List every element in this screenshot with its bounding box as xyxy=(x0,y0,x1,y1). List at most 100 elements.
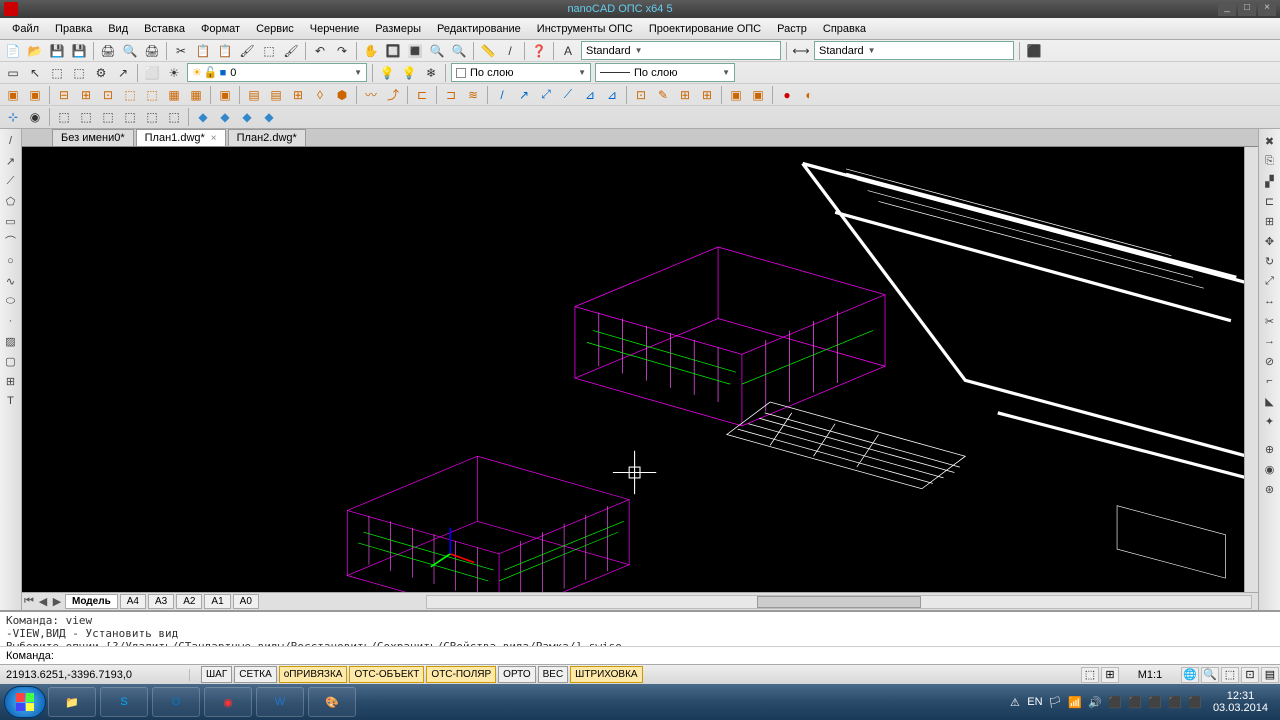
toggle-otrack-obj[interactable]: ОТС-ОБЪЕКТ xyxy=(349,666,424,683)
print-icon[interactable]: 🖨 xyxy=(98,41,118,61)
close-button[interactable]: × xyxy=(1258,2,1276,16)
menu-view[interactable]: Вид xyxy=(100,20,136,38)
tb3-28-icon[interactable]: ✎ xyxy=(653,85,673,105)
etransmit-icon[interactable]: ⬛ xyxy=(1024,41,1044,61)
filter-icon[interactable]: ⚙ xyxy=(91,63,111,83)
menu-help[interactable]: Справка xyxy=(815,20,874,38)
tray-flag-icon[interactable]: 🏳 xyxy=(1047,694,1063,710)
preview-icon[interactable]: 🔍 xyxy=(120,41,140,61)
tb3-15-icon[interactable]: ⬢ xyxy=(332,85,352,105)
dim-style-combo[interactable]: Standard▼ xyxy=(814,41,1014,60)
start-button[interactable] xyxy=(4,686,46,718)
close-tab-icon[interactable]: × xyxy=(211,133,217,144)
view-front-icon[interactable]: ⬚ xyxy=(142,107,162,127)
menu-file[interactable]: Файл xyxy=(4,20,47,38)
saveall-icon[interactable]: 💾 xyxy=(69,41,89,61)
tray-clock[interactable]: 12:3103.03.2014 xyxy=(1213,690,1268,714)
tb3-34-icon[interactable]: ◐ xyxy=(799,85,819,105)
view-bottom-icon[interactable]: ⬚ xyxy=(76,107,96,127)
tab-nav-first[interactable]: ⏮ xyxy=(22,595,36,608)
arc-tool-icon[interactable]: ⌒ xyxy=(2,232,20,250)
group-icon[interactable]: ⬜ xyxy=(142,63,162,83)
textstyle-icon[interactable]: A xyxy=(558,41,578,61)
layer-freeze-icon[interactable]: ❄ xyxy=(421,63,441,83)
tb3-7-icon[interactable]: ⬚ xyxy=(142,85,162,105)
properties-icon[interactable]: ⬚ xyxy=(259,41,279,61)
status-btn-3[interactable]: 🌐 xyxy=(1181,667,1199,683)
tray-net-icon[interactable]: 📶 xyxy=(1067,694,1083,710)
rotate-icon[interactable]: ↻ xyxy=(1261,252,1279,270)
layer-off-icon[interactable]: 💡 xyxy=(399,63,419,83)
tb3-23-icon[interactable]: ⤢ xyxy=(536,85,556,105)
circle-tool-icon[interactable]: ○ xyxy=(2,252,20,270)
tb3-5-icon[interactable]: ⊡ xyxy=(98,85,118,105)
drawing-canvas[interactable] xyxy=(22,147,1258,592)
view-top-icon[interactable]: ⬚ xyxy=(54,107,74,127)
chamfer-icon[interactable]: ◣ xyxy=(1261,392,1279,410)
menu-dimensions[interactable]: Размеры xyxy=(367,20,429,38)
tab-nav-next[interactable]: ▶ xyxy=(50,595,64,608)
zoom-out-icon[interactable]: 🔍 xyxy=(449,41,469,61)
tb3-2-icon[interactable]: ▣ xyxy=(25,85,45,105)
explode-icon[interactable]: ✦ xyxy=(1261,412,1279,430)
tray-app5-icon[interactable]: ⬛ xyxy=(1187,694,1203,710)
scale-display[interactable]: М1:1 xyxy=(1120,669,1180,681)
tool-r2-icon[interactable]: ◉ xyxy=(1261,460,1279,478)
tray-sound-icon[interactable]: 🔊 xyxy=(1087,694,1103,710)
copy-icon[interactable]: 📋 xyxy=(193,41,213,61)
lasso-icon[interactable]: ↗ xyxy=(113,63,133,83)
ucs-icon[interactable]: ⊹ xyxy=(3,107,23,127)
array-icon[interactable]: ⊞ xyxy=(1261,212,1279,230)
deselect-icon[interactable]: ⬚ xyxy=(69,63,89,83)
view-left-icon[interactable]: ⬚ xyxy=(98,107,118,127)
trim-icon[interactable]: ✂ xyxy=(1261,312,1279,330)
break-icon[interactable]: ⊘ xyxy=(1261,352,1279,370)
taskbar-app[interactable]: ◉ xyxy=(204,687,252,717)
copy-obj-icon[interactable]: ⎘ xyxy=(1261,152,1279,170)
select-all-icon[interactable]: ⬚ xyxy=(47,63,67,83)
tray-app2-icon[interactable]: ⬛ xyxy=(1127,694,1143,710)
scale-icon[interactable]: ⤢ xyxy=(1261,272,1279,290)
tb3-9-icon[interactable]: ▦ xyxy=(186,85,206,105)
layout-tab-a3[interactable]: A3 xyxy=(148,594,174,609)
tb3-29-icon[interactable]: ⊞ xyxy=(675,85,695,105)
view-right-icon[interactable]: ⬚ xyxy=(120,107,140,127)
stretch-icon[interactable]: ↔ xyxy=(1261,292,1279,310)
tb3-24-icon[interactable]: ⟋ xyxy=(558,85,578,105)
status-btn-4[interactable]: 🔍 xyxy=(1201,667,1219,683)
tb3-1-icon[interactable]: ▣ xyxy=(3,85,23,105)
taskbar-explorer[interactable]: 📁 xyxy=(48,687,96,717)
save-icon[interactable]: 💾 xyxy=(47,41,67,61)
tray-notify-icon[interactable]: ⚠ xyxy=(1007,694,1023,710)
status-btn-6[interactable]: ⊡ xyxy=(1241,667,1259,683)
minimize-button[interactable]: _ xyxy=(1218,2,1236,16)
tb3-22-icon[interactable]: ↗ xyxy=(514,85,534,105)
vertical-scrollbar[interactable] xyxy=(1244,147,1258,592)
cursor-icon[interactable]: ↖ xyxy=(25,63,45,83)
tb3-10-icon[interactable]: ▣ xyxy=(215,85,235,105)
ray-tool-icon[interactable]: ↗ xyxy=(2,152,20,170)
dimstyle-icon[interactable]: ⟷ xyxy=(791,41,811,61)
tray-app3-icon[interactable]: ⬛ xyxy=(1147,694,1163,710)
measure-icon[interactable]: 📏 xyxy=(478,41,498,61)
matchprop-icon[interactable]: 🖌 xyxy=(237,41,257,61)
horizontal-scrollbar[interactable] xyxy=(426,595,1252,609)
undo-icon[interactable]: ↶ xyxy=(310,41,330,61)
view-back-icon[interactable]: ⬚ xyxy=(164,107,184,127)
menu-format[interactable]: Формат xyxy=(193,20,248,38)
line-icon[interactable]: / xyxy=(500,41,520,61)
status-btn-5[interactable]: ⬚ xyxy=(1221,667,1239,683)
menu-raster[interactable]: Растр xyxy=(769,20,815,38)
layout-tab-a4[interactable]: A4 xyxy=(120,594,146,609)
tb3-26-icon[interactable]: ⊿ xyxy=(602,85,622,105)
layer-on-icon[interactable]: 💡 xyxy=(377,63,397,83)
layout-tab-a0[interactable]: A0 xyxy=(233,594,259,609)
toggle-ortho[interactable]: ОРТО xyxy=(498,666,535,683)
menu-tools-ops[interactable]: Инструменты ОПС xyxy=(529,20,641,38)
move-icon[interactable]: ✥ xyxy=(1261,232,1279,250)
tab-nav-prev[interactable]: ◀ xyxy=(36,595,50,608)
table-tool-icon[interactable]: ⊞ xyxy=(2,372,20,390)
zoom-window-icon[interactable]: 🔲 xyxy=(383,41,403,61)
taskbar-word[interactable]: W xyxy=(256,687,304,717)
tb3-12-icon[interactable]: ▤ xyxy=(266,85,286,105)
